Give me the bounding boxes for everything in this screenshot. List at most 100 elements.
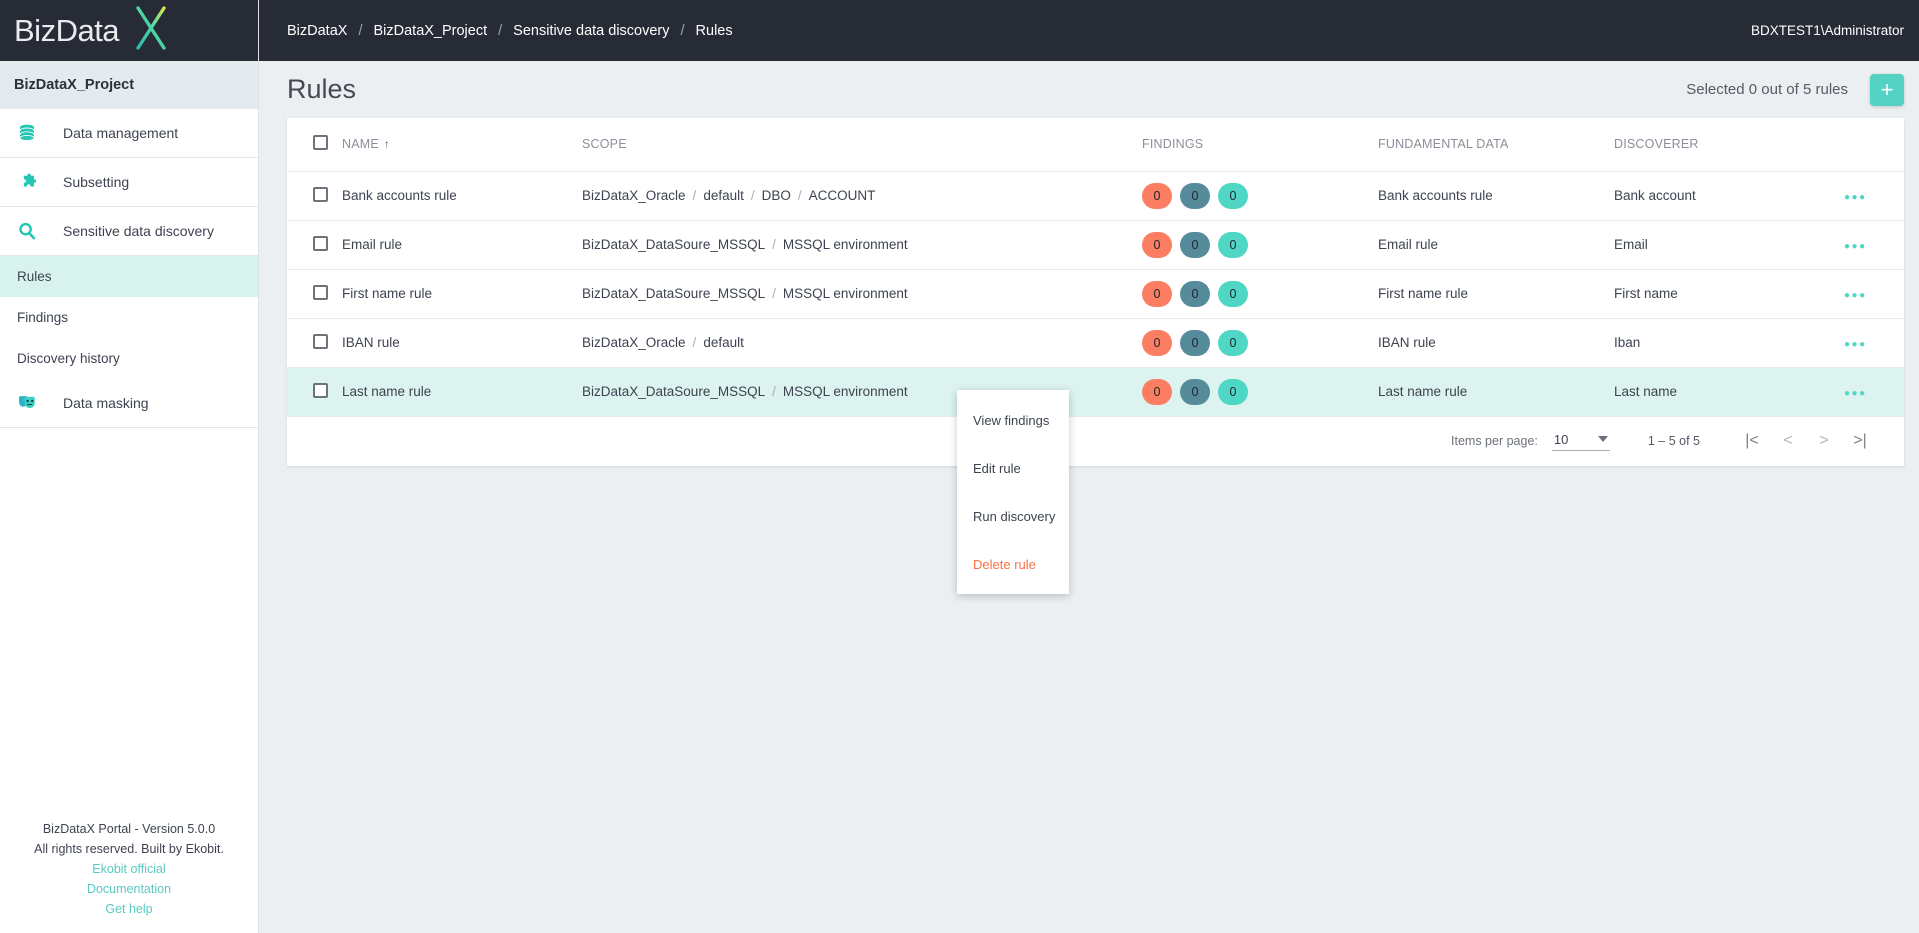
findings-badge-1[interactable]: 0 [1142, 231, 1172, 258]
items-per-page-value: 10 [1553, 431, 1569, 447]
cell-discoverer: Email [1614, 220, 1844, 270]
findings-badge-3[interactable]: 0 [1218, 280, 1248, 307]
findings-badge-3[interactable]: 0 [1218, 231, 1248, 258]
findings-badge-2[interactable]: 0 [1180, 182, 1210, 209]
top-bar: BizDataX / BizDataX_Project / Sensitive … [259, 0, 1919, 61]
cell-name: Bank accounts rule [342, 171, 582, 221]
findings-badge-3[interactable]: 0 [1218, 329, 1248, 356]
row-checkbox[interactable] [313, 382, 328, 398]
rules-table: NAME ↑ SCOPE FINDINGS FUNDAMENTAL DATA DI [287, 118, 1904, 417]
cell-name: Email rule [342, 220, 582, 270]
sidebar-item-label: Sensitive data discovery [63, 223, 214, 239]
cell-actions: ●●● [1844, 367, 1904, 417]
context-menu-item-run-discovery[interactable]: Run discovery [957, 492, 1069, 540]
table-row[interactable]: Last name rule BizDataX_DataSoure_MSSQL / M… [287, 367, 1904, 417]
cell-findings: 000 [1142, 269, 1378, 319]
column-header-findings-label: FINDINGS [1142, 137, 1204, 152]
column-header-name-label: NAME [342, 137, 379, 152]
row-actions-menu-icon[interactable]: ●●● [1844, 388, 1867, 399]
sidebar-item-label: Data masking [63, 395, 149, 411]
scope-part: BizDataX_DataSoure_MSSQL [582, 384, 766, 399]
scope-part: BizDataX_DataSoure_MSSQL [582, 286, 766, 301]
footer-link-get-help[interactable]: Get help [0, 899, 258, 919]
column-header-name[interactable]: NAME ↑ [342, 118, 582, 172]
table-row[interactable]: IBAN rule BizDataX_Oracle / default 0 0 0 IBAN … [287, 318, 1904, 368]
column-header-discoverer[interactable]: DISCOVERER [1614, 118, 1844, 172]
select-all-header [287, 118, 342, 172]
findings-badge-1[interactable]: 0 [1142, 182, 1172, 209]
sidebar-item-subsetting[interactable]: Subsetting [0, 158, 258, 207]
context-menu-item-view-findings[interactable]: View findings [957, 396, 1069, 444]
table-row[interactable]: First name rule BizDataX_DataSoure_MSSQL /… [287, 269, 1904, 319]
breadcrumb-separator: / [498, 22, 503, 39]
findings-badges: 000 [1142, 280, 1378, 307]
column-header-findings[interactable]: FINDINGS [1142, 118, 1378, 172]
row-checkbox[interactable] [313, 284, 328, 300]
findings-badge-2[interactable]: 0 [1180, 231, 1210, 258]
sidebar-subitem-rules[interactable]: Rules [0, 256, 258, 297]
row-actions-menu-icon[interactable]: ●●● [1844, 290, 1867, 301]
cell-fundamental-data: IBAN rule [1378, 318, 1614, 368]
select-all-checkbox[interactable] [313, 135, 328, 151]
breadcrumb-item-project[interactable]: BizDataX_Project [373, 23, 487, 39]
row-checkbox[interactable] [313, 333, 328, 349]
app-logo[interactable]: BizData [0, 0, 258, 61]
add-rule-button[interactable]: + [1870, 73, 1904, 106]
findings-badge-3[interactable]: 0 [1218, 378, 1248, 405]
cell-name: Last name rule [342, 367, 582, 417]
cell-actions: ●●● [1844, 269, 1904, 319]
first-page-button[interactable]: |< [1734, 432, 1770, 450]
previous-page-button[interactable]: < [1770, 432, 1806, 450]
context-menu-item-delete-rule[interactable]: Delete rule [957, 540, 1069, 588]
breadcrumb-item-sensitive-data-discovery[interactable]: Sensitive data discovery [513, 23, 669, 39]
cell-discoverer: Last name [1614, 367, 1844, 417]
sidebar-item-data-management[interactable]: Data management [0, 109, 258, 158]
column-header-fundamental-data[interactable]: FUNDAMENTAL DATA [1378, 118, 1614, 172]
sidebar-item-sensitive-data-discovery[interactable]: Sensitive data discovery [0, 207, 258, 256]
sidebar: BizData BizDataX_Project Data management… [0, 0, 259, 933]
row-checkbox[interactable] [313, 235, 328, 251]
rules-table-head: NAME ↑ SCOPE FINDINGS FUNDAMENTAL DATA DI [287, 118, 1904, 172]
findings-badge-3[interactable]: 0 [1218, 182, 1248, 209]
findings-badge-1[interactable]: 0 [1142, 329, 1172, 356]
scope-separator: / [772, 384, 776, 399]
database-icon [17, 123, 47, 143]
findings-badge-1[interactable]: 0 [1142, 378, 1172, 405]
column-header-scope[interactable]: SCOPE [582, 118, 1142, 172]
row-checkbox[interactable] [313, 186, 328, 202]
findings-badges: 000 [1142, 231, 1378, 258]
table-row[interactable]: Email rule BizDataX_DataSoure_MSSQL / MSSQL… [287, 220, 1904, 270]
findings-badge-1[interactable]: 0 [1142, 280, 1172, 307]
findings-badge-2[interactable]: 0 [1180, 329, 1210, 356]
row-actions-menu-icon[interactable]: ●●● [1844, 339, 1867, 350]
findings-badge-2[interactable]: 0 [1180, 378, 1210, 405]
cell-scope: BizDataX_Oracle / default [582, 318, 1142, 368]
cell-findings: 000 [1142, 220, 1378, 270]
footer-version: BizDataX Portal - Version 5.0.0 [42, 822, 216, 836]
last-page-button[interactable]: >| [1842, 432, 1878, 450]
breadcrumb-item-bizdatax[interactable]: BizDataX [287, 23, 347, 39]
sidebar-subitem-label: Rules [17, 269, 52, 284]
sidebar-subitem-findings[interactable]: Findings [0, 297, 258, 338]
row-context-menu: View findings Edit rule Run discovery Delet… [957, 390, 1069, 594]
logo-x-icon [136, 5, 166, 50]
breadcrumb-separator: / [358, 22, 363, 39]
findings-badge-2[interactable]: 0 [1180, 280, 1210, 307]
row-actions-menu-icon[interactable]: ●●● [1844, 192, 1867, 203]
footer-link-ekobit-official[interactable]: Ekobit official [0, 859, 258, 879]
next-page-button[interactable]: > [1806, 432, 1842, 450]
items-per-page-select[interactable]: 10 [1551, 431, 1610, 451]
magnifier-icon [17, 221, 47, 241]
cell-discoverer: Iban [1614, 318, 1844, 368]
scope-part: MSSQL environment [782, 237, 908, 252]
logo-text: BizData [14, 12, 120, 48]
sidebar-item-data-masking[interactable]: Data masking [0, 379, 258, 428]
sidebar-subitem-discovery-history[interactable]: Discovery history [0, 338, 258, 379]
table-header-row: NAME ↑ SCOPE FINDINGS FUNDAMENTAL DATA DI [287, 118, 1904, 172]
footer-link-documentation[interactable]: Documentation [0, 879, 258, 899]
context-menu-item-edit-rule[interactable]: Edit rule [957, 444, 1069, 492]
sidebar-footer: BizDataX Portal - Version 5.0.0 All righ… [0, 819, 258, 933]
row-actions-menu-icon[interactable]: ●●● [1844, 241, 1867, 252]
table-row[interactable]: Bank accounts rule BizDataX_Oracle / defaul… [287, 171, 1904, 221]
row-select-cell [287, 269, 342, 319]
